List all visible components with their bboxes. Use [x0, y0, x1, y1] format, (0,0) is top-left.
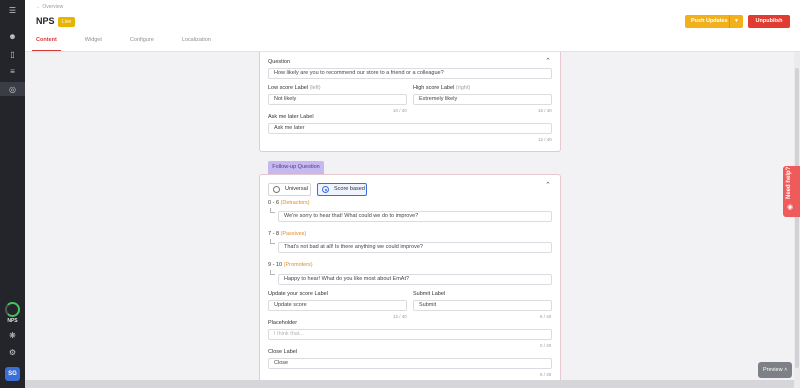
promoters-label: 9 - 10 (Promoters)	[268, 262, 313, 268]
score-based-radio-label: Score based	[334, 186, 365, 192]
low-score-count: 10 / 40	[393, 108, 407, 113]
tab-content[interactable]: Content	[32, 36, 61, 51]
tab-bar: Content Widget Configure Localization	[32, 36, 239, 51]
need-help-label: Need help?	[786, 166, 792, 199]
preview-label: Preview	[763, 367, 783, 373]
status-badge: Live	[58, 17, 76, 27]
page-title: NPS	[36, 16, 55, 26]
followup-card: Universal Score based ⌃ 0 - 6 (Detractor…	[259, 174, 561, 388]
nps-progress-ring[interactable]	[5, 302, 20, 317]
menu-icon[interactable]: ☰	[8, 6, 17, 15]
question-label: Question	[268, 59, 291, 65]
bottom-strip	[25, 380, 794, 388]
placeholder-input[interactable]: I think that...	[268, 329, 552, 340]
question-input[interactable]: How likely are you to recommend our stor…	[268, 68, 552, 79]
push-updates-label: Push Updates	[691, 18, 728, 24]
scrollbar-thumb[interactable]	[795, 68, 799, 368]
push-updates-button[interactable]: Push Updates ▼	[685, 15, 743, 28]
tab-configure[interactable]: Configure	[130, 36, 154, 51]
collapse-caret-icon[interactable]: ⌃	[545, 181, 551, 189]
high-score-input[interactable]: Extremely likely	[413, 94, 552, 105]
indent-elbow	[270, 270, 275, 275]
settings-icon[interactable]: ❋	[8, 331, 17, 340]
avatar[interactable]: SG	[5, 367, 20, 381]
update-score-label: Update your score Label	[268, 291, 328, 297]
indent-elbow	[270, 208, 275, 213]
update-score-count: 12 / 40	[393, 314, 407, 319]
submit-count: 6 / 40	[540, 314, 552, 319]
submit-label: Submit Label	[413, 291, 446, 297]
universal-radio-label: Universal	[285, 186, 308, 192]
back-link[interactable]: ← Overview	[36, 4, 63, 10]
submit-input[interactable]: Submit	[413, 300, 552, 311]
preview-button[interactable]: Preview ˄	[758, 362, 792, 378]
tab-widget[interactable]: Widget	[85, 36, 102, 51]
placeholder-label: Placeholder	[268, 320, 298, 326]
chevron-down-icon[interactable]: ▼	[729, 15, 743, 28]
close-count: 5 / 40	[540, 372, 552, 377]
low-score-label: Low score Label (left)	[268, 85, 321, 91]
passives-input[interactable]: That's not bad at all! Is there anything…	[278, 242, 552, 253]
users-icon[interactable]: ☻	[8, 32, 17, 41]
placeholder-count: 0 / 40	[540, 343, 552, 348]
collapse-caret-icon[interactable]: ⌃	[545, 57, 551, 65]
left-rail: ☰ ☻ ▯ ≡ ◎ NPS ❋ ⚙ SG	[0, 0, 25, 388]
close-label: Close Label	[268, 349, 298, 355]
page-header: ← Overview NPS Live Content Widget Confi…	[25, 0, 800, 52]
bar-chart-icon[interactable]: ▯	[8, 50, 17, 59]
high-score-label: High score Label (right)	[413, 85, 471, 91]
followup-tab[interactable]: Follow-up Question	[268, 161, 324, 174]
score-based-radio[interactable]: Score based	[317, 183, 367, 196]
ask-later-label: Ask me later Label	[268, 114, 314, 120]
layers-icon[interactable]: ≡	[8, 67, 17, 76]
nps-rail-label: NPS	[7, 318, 18, 324]
radio-dot	[273, 186, 280, 193]
universal-radio[interactable]: Universal	[268, 183, 311, 196]
passives-label: 7 - 8 (Passives)	[268, 231, 307, 237]
gear-icon[interactable]: ⚙	[8, 348, 17, 357]
low-score-input[interactable]: Not likely	[268, 94, 407, 105]
target-icon[interactable]: ◎	[8, 85, 17, 94]
indent-elbow	[270, 239, 275, 244]
ask-later-count: 12 / 40	[538, 137, 552, 142]
lifebuoy-icon: ◉	[787, 204, 794, 211]
detractors-label: 0 - 6 (Detractors)	[268, 200, 310, 206]
ask-later-input[interactable]: Ask me later	[268, 123, 552, 134]
promoters-input[interactable]: Happy to hear! What do you like most abo…	[278, 274, 552, 285]
radio-dot-selected	[322, 186, 329, 193]
chevron-up-icon: ˄	[784, 367, 788, 373]
unpublish-button[interactable]: Unpublish	[748, 15, 790, 28]
tab-localization[interactable]: Localization	[182, 36, 211, 51]
back-label: Overview	[42, 4, 64, 10]
close-input[interactable]: Close	[268, 358, 552, 369]
high-score-count: 16 / 40	[538, 108, 552, 113]
scrollbar[interactable]	[794, 52, 800, 388]
detractors-input[interactable]: We're sorry to hear that! What could we …	[278, 211, 552, 222]
update-score-input[interactable]: Update score	[268, 300, 407, 311]
need-help-button[interactable]: Need help? ◉	[783, 166, 800, 217]
question-card: Question ⌃ How likely are you to recomme…	[259, 52, 561, 152]
